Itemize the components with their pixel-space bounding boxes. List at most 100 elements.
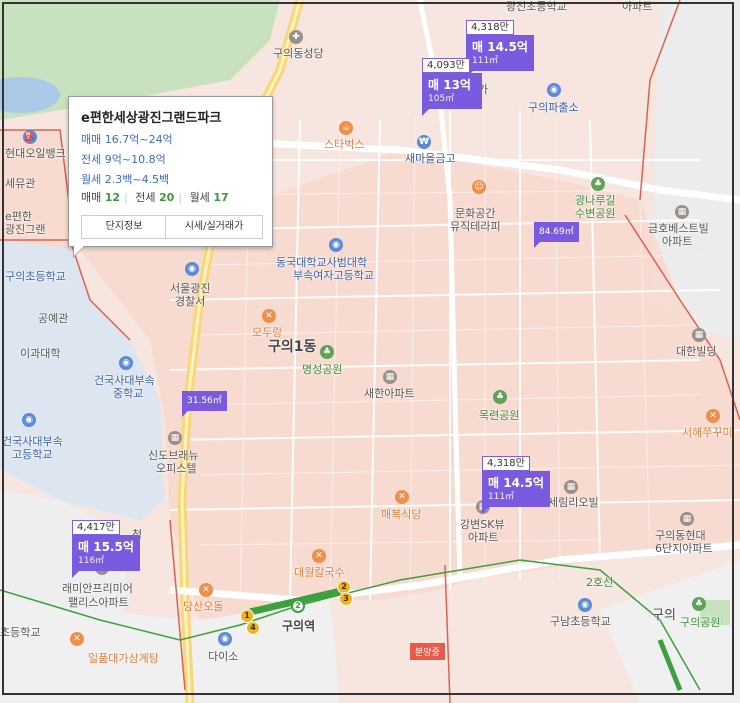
area-marker[interactable]: 31.56㎡ <box>182 391 227 417</box>
apartment-icon: ▦ <box>675 205 689 219</box>
label-starbucks: 스타벅스 <box>324 138 365 151</box>
complex-info-popup[interactable]: e편한세상광진그랜드파크 매매 16.7억~24억 전세 9억~10.8억 월세… <box>68 96 273 258</box>
school-icon-konkuk-hi: ◉ <box>22 413 36 427</box>
price-marker[interactable]: 4,093만 매 13억 105㎡ <box>422 53 482 116</box>
label-konkuk-mid-l2: 중학교 <box>113 387 144 400</box>
label-dongguk-l1: 동국대학교사범대학 <box>276 256 368 269</box>
police-icon: ◉ <box>547 83 561 97</box>
price-per-pyeong: 4,417만 <box>72 520 120 535</box>
label-epyeon-l2: 광진그랜 <box>5 223 46 236</box>
label-raemian-l1: 래미안프리미어 <box>62 582 133 595</box>
label-maebok: 매복식당 <box>381 508 422 521</box>
map-canvas[interactable]: 광진초등학교 아파트 ✚ 구의동성당 가 ◉ 구의파출소 ☕ 스타벅스 ₩ 새마… <box>0 0 740 703</box>
label-gunam-school: 구남초등학교 <box>550 615 611 628</box>
station-badge-3: 3 <box>339 592 353 606</box>
area-marker[interactable]: 84.69㎡ <box>534 222 579 248</box>
label-apartment-top: 아파트 <box>622 0 653 13</box>
label-ihwa: 이과대학 <box>20 347 61 360</box>
line4-badge: 4 <box>246 621 260 635</box>
label-gangbyeon-l1: 강변SK뷰 <box>460 518 505 531</box>
price-marker[interactable]: 4,318만 매 14.5억 111㎡ <box>482 451 550 514</box>
gas-station-icon: ⛽ <box>23 130 37 144</box>
guui-station-badge[interactable]: 2 <box>291 599 305 613</box>
label-seohae: 서해쭈꾸미 <box>682 426 733 439</box>
shop-icon-daiso: ◉ <box>218 632 232 646</box>
label-gongmi: 공예관 <box>38 312 69 325</box>
label-geumho-l2: 아파트 <box>662 235 693 248</box>
label-line2: 2호선 <box>586 576 614 589</box>
label-guui-hyundai-l1: 구의동현대 <box>655 529 706 542</box>
label-dongguk-l2: 부속여자고등학교 <box>293 269 374 282</box>
school-icon-konkuk-mid: ◉ <box>119 356 133 370</box>
label-daehan: 대한빌딩 <box>676 345 717 358</box>
park-icon-myeongseong: ♣ <box>320 345 334 359</box>
label-konkuk-hi-l1: 건국사대부속 <box>2 435 63 448</box>
count-wolse: 17 <box>213 191 229 204</box>
count-jeonse: 20 <box>159 191 175 204</box>
listing-counts: 매매 12 | 전세 20 | 월세 17 <box>81 191 229 204</box>
bank-icon: ₩ <box>417 135 431 149</box>
label-geumho-l1: 금호베스트빌 <box>648 222 709 235</box>
label-hyundai-oilbank: 현대오일뱅크 <box>5 147 66 160</box>
price-per-pyeong: 4,318만 <box>482 456 530 471</box>
park-icon: ♣ <box>591 177 605 191</box>
label-saehan: 새한아파트 <box>364 387 415 400</box>
label-guui-park: 구의공원 <box>680 616 721 629</box>
area: 105㎡ <box>428 94 455 104</box>
label-epyeon-l1: e편한 <box>5 210 33 223</box>
price-per-pyeong: 4,093만 <box>422 58 470 73</box>
label-police-box: 구의파출소 <box>528 101 579 114</box>
price-box[interactable]: 매 15.5억 116㎡ <box>72 535 140 578</box>
count-sale-label: 매매 <box>81 191 102 204</box>
label-guui-hyundai-l2: 6단지아파트 <box>655 542 713 555</box>
label-seongdang: 구의동성당 <box>273 47 324 60</box>
apartment-icon-hyundai: ▦ <box>680 512 694 526</box>
count-wolse-label: 월세 <box>189 191 210 204</box>
label-daewol: 대월칼국수 <box>294 566 345 579</box>
area: 111㎡ <box>488 492 515 502</box>
restaurant-icon: ✕ <box>262 309 276 323</box>
label-konkuk-mid-l1: 건국사대부속 <box>94 374 155 387</box>
wolse-range: 월세 2.3백~4.5백 <box>81 173 170 186</box>
sale-price: 매 15.5억 <box>78 540 134 554</box>
label-gwangnaru-l2: 수변공원 <box>575 207 616 220</box>
label-myeongseong: 명성공원 <box>302 363 343 376</box>
restaurant-icon-daewol: ✕ <box>312 549 326 563</box>
presale-tag[interactable]: 분양중 <box>410 643 445 660</box>
label-konkuk-hi-l2: 고등학교 <box>12 448 53 461</box>
building-icon-serim: ▦ <box>564 480 578 494</box>
park-icon-mokryeon: ♣ <box>493 390 507 404</box>
label-modu: 모두랑 <box>252 326 283 339</box>
label-police-l2: 경찰서 <box>175 295 206 308</box>
apartment-icon-saehan: ▦ <box>383 370 397 384</box>
label-ilpum: 일품대가삼계탕 <box>88 652 159 665</box>
label-raemian-l2: 팰리스아파트 <box>68 596 129 609</box>
park-icon-guui: ♣ <box>692 597 706 611</box>
price-box[interactable]: 매 14.5억 111㎡ <box>482 471 550 514</box>
culture-icon: ☺ <box>472 180 486 194</box>
complex-title[interactable]: e편한세상광진그랜드파크 <box>81 107 221 126</box>
school-icon: ◉ <box>329 238 343 252</box>
district-label: 구의1동 <box>268 339 317 355</box>
label-gangbyeon-l2: 아파트 <box>468 531 499 544</box>
label-sebu: 세뮤관 <box>5 177 36 190</box>
label-guui-station: 구의역 <box>282 619 316 633</box>
label-munhwa-l2: 뮤직테라피 <box>450 220 501 233</box>
church-icon: ✚ <box>289 30 303 44</box>
price-box[interactable]: 매 13억 105㎡ <box>422 73 482 116</box>
label-gwangnaru-l1: 광나루길 <box>575 194 616 207</box>
popup-tail-inner <box>74 246 84 256</box>
school-icon-gunam: ◉ <box>578 598 592 612</box>
restaurant-icon-maebok: ✕ <box>395 490 409 504</box>
jeonse-range: 전세 9억~10.8억 <box>81 153 166 166</box>
sale-range: 매매 16.7억~24억 <box>81 133 173 146</box>
label-school-left: 초등학교 <box>0 626 41 639</box>
sale-price: 매 13억 <box>428 78 471 92</box>
sale-price: 매 14.5억 <box>488 476 544 490</box>
cafe-icon: ☕ <box>339 121 353 135</box>
price-history-button[interactable]: 시세/실거래가 <box>165 215 263 239</box>
label-dangsan: 당산오돌 <box>183 600 224 613</box>
price-marker[interactable]: 4,417만 매 15.5억 116㎡ <box>72 515 140 578</box>
complex-info-button[interactable]: 단지정보 <box>81 215 167 239</box>
label-mokryeon: 목련공원 <box>479 409 520 422</box>
